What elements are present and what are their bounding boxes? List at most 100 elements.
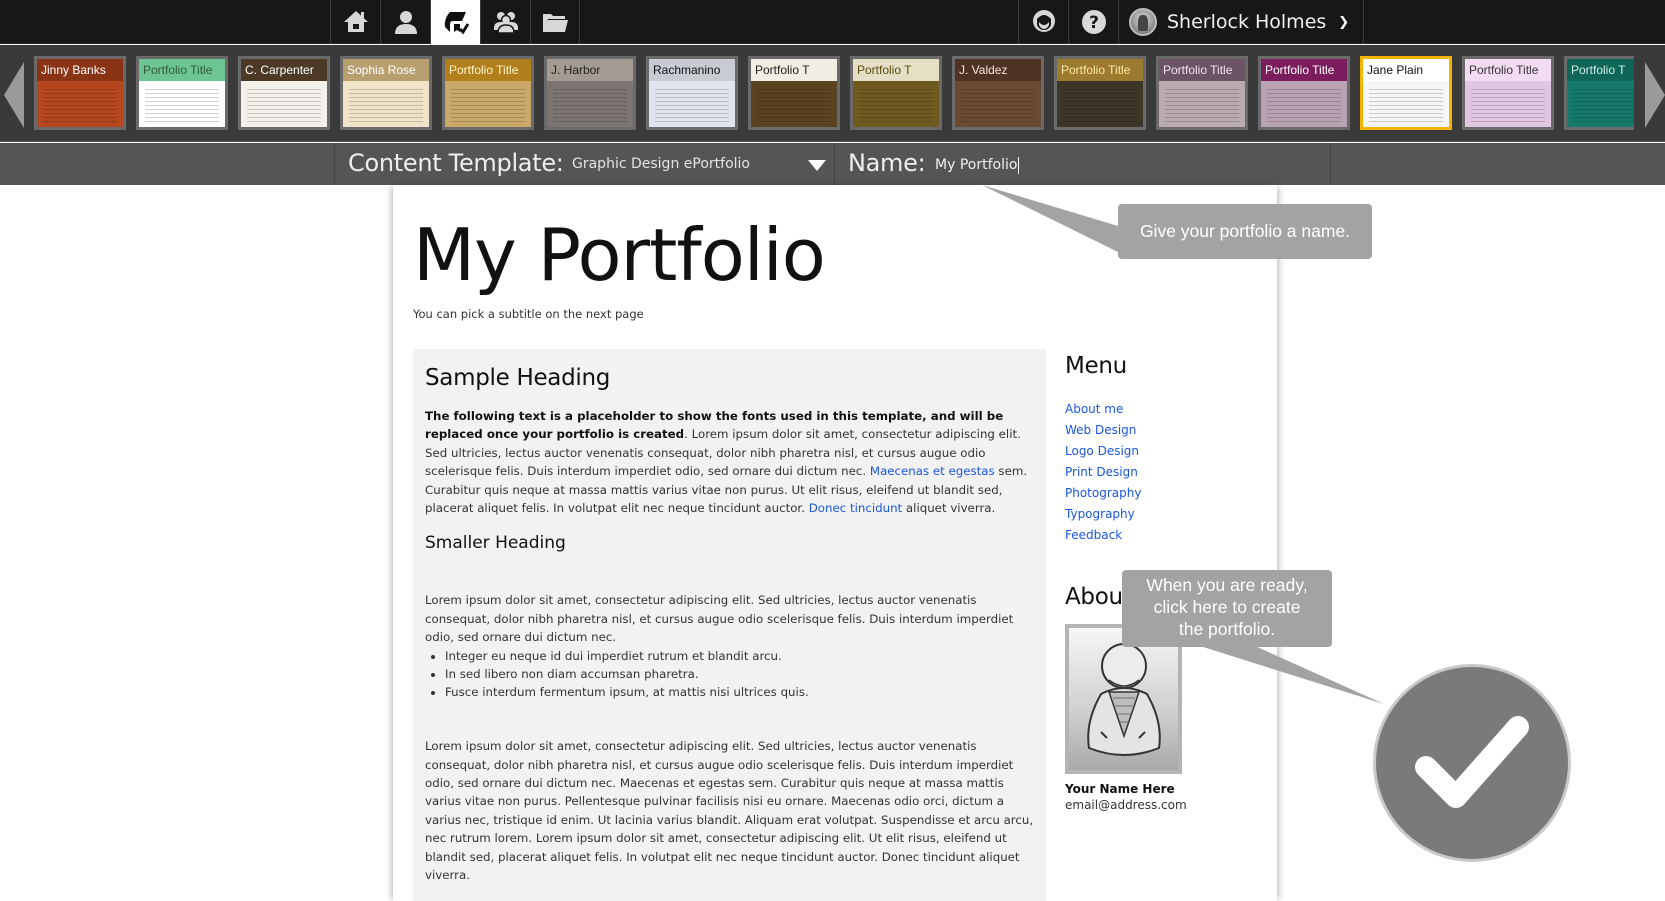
lorem-paragraph: Lorem ipsum dolor sit amet, consectetur … xyxy=(425,739,1034,883)
thumbnail-text-lines xyxy=(859,89,933,123)
content-template-dropdown[interactable]: Graphic Design ePortfolio xyxy=(572,143,826,185)
template-thumbnail[interactable]: Sophia Rose xyxy=(340,56,432,130)
sidebar-item-print-design[interactable]: Print Design xyxy=(1065,462,1265,483)
chevron-down-icon: ❯ xyxy=(1338,14,1350,30)
sidebar-item-logo-design[interactable]: Logo Design xyxy=(1065,441,1265,462)
thumbnail-text-lines xyxy=(1267,89,1341,123)
support-button[interactable] xyxy=(1018,0,1068,44)
template-thumbnail[interactable]: Portfolio Title xyxy=(1156,56,1248,130)
template-thumbnail[interactable]: Portfolio Title xyxy=(1258,56,1350,130)
template-thumbnail[interactable]: J. Harbor xyxy=(544,56,636,130)
checkmark-icon xyxy=(1415,716,1529,808)
thumbnail-text-lines xyxy=(1573,89,1634,123)
portfolio-icon xyxy=(444,12,469,35)
template-thumbnail[interactable]: Portfolio T xyxy=(1564,56,1634,130)
create-hint-callout: When you are ready, click here to create… xyxy=(1122,570,1332,647)
template-title: Portfolio T xyxy=(1571,63,1626,77)
template-thumbnail[interactable]: Portfolio Title xyxy=(136,56,228,130)
thumbnail-text-lines xyxy=(1165,89,1239,123)
sidebar-item-about-me[interactable]: About me xyxy=(1065,399,1265,420)
thumbnail-text-lines xyxy=(247,89,321,123)
sidebar-item-typography[interactable]: Typography xyxy=(1065,504,1265,525)
profile-email: email@address.com xyxy=(1065,798,1187,812)
template-thumbnail[interactable]: Rachmanino xyxy=(646,56,738,130)
template-title: Portfolio T xyxy=(857,63,912,77)
lorem-paragraph: Lorem ipsum dolor sit amet, consectetur … xyxy=(425,593,1014,645)
callout-line: When you are ready, xyxy=(1146,575,1308,595)
template-title: J. Harbor xyxy=(551,63,601,77)
preview-subtitle: You can pick a subtitle on the next page xyxy=(413,307,644,321)
arrow-left-icon[interactable] xyxy=(4,62,24,128)
thumbnail-text-lines xyxy=(553,89,627,123)
template-thumbnail[interactable]: Jane Plain xyxy=(1360,56,1452,130)
template-thumbnail[interactable]: Portfolio Title xyxy=(442,56,534,130)
arrow-right-icon[interactable] xyxy=(1645,62,1665,128)
thumbnail-text-lines xyxy=(1063,89,1137,123)
template-thumbnail[interactable]: Portfolio Title xyxy=(1462,56,1554,130)
thumbnail-text-lines xyxy=(655,89,729,123)
profile-name: Your Name Here xyxy=(1065,782,1175,796)
name-label: Name: xyxy=(848,149,926,177)
divider xyxy=(834,143,835,185)
template-title: Portfolio T xyxy=(755,63,810,77)
template-thumbnail[interactable]: J. Valdez xyxy=(952,56,1044,130)
menu-heading: Menu xyxy=(1065,353,1127,379)
sidebar-item-web-design[interactable]: Web Design xyxy=(1065,420,1265,441)
top-nav-bar: ? Sherlock Holmes ❯ xyxy=(0,0,1665,44)
sample-heading: Sample Heading xyxy=(425,365,611,391)
template-title: Jinny Banks xyxy=(41,63,106,77)
template-title: Portfolio Title xyxy=(1061,63,1131,77)
help-icon: ? xyxy=(1081,10,1106,34)
template-title: Portfolio Title xyxy=(449,63,519,77)
template-title: Sophia Rose xyxy=(347,63,416,77)
template-thumbnail[interactable]: Jinny Banks xyxy=(34,56,126,130)
user-avatar xyxy=(1129,8,1157,36)
template-title: Portfolio Title xyxy=(1163,63,1233,77)
callout-line: the portfolio. xyxy=(1178,619,1276,639)
user-sketch-icon xyxy=(1087,643,1161,756)
preview-title: My Portfolio xyxy=(413,213,826,297)
thumbnail-text-lines xyxy=(1369,89,1443,123)
thumbnail-text-lines xyxy=(43,89,117,123)
template-title: Rachmanino xyxy=(653,63,721,77)
template-thumbnail[interactable]: C. Carpenter xyxy=(238,56,330,130)
template-title: Portfolio Title xyxy=(1265,63,1335,77)
portfolio-name-input[interactable] xyxy=(935,152,1315,178)
sample-link[interactable]: Maecenas et egestas xyxy=(870,464,995,478)
template-thumbnail[interactable]: Portfolio T xyxy=(748,56,840,130)
template-thumbnails: Jinny Banks Portfolio Title C. Carpenter So… xyxy=(34,56,1634,130)
main-nav xyxy=(330,0,580,44)
divider xyxy=(334,143,335,185)
home-icon xyxy=(343,11,368,32)
template-title: Portfolio Title xyxy=(143,63,213,77)
content-template-value: Graphic Design ePortfolio xyxy=(572,156,750,172)
list-item: Fusce interdum fermentum ipsum, at matti… xyxy=(445,683,1034,701)
nav-files-button[interactable] xyxy=(530,0,580,44)
template-strip: Jinny Banks Portfolio Title C. Carpenter So… xyxy=(0,45,1665,142)
template-thumbnail[interactable]: Portfolio T xyxy=(850,56,942,130)
svg-text:?: ? xyxy=(1089,13,1099,33)
template-title: Portfolio Title xyxy=(1469,63,1539,77)
user-nav: ? Sherlock Holmes ❯ xyxy=(1018,0,1365,44)
template-title: J. Valdez xyxy=(959,63,1008,77)
text-cursor xyxy=(1018,157,1019,174)
thumbnail-text-lines xyxy=(145,89,219,123)
template-title: C. Carpenter xyxy=(245,63,314,77)
nav-home-button[interactable] xyxy=(330,0,380,44)
user-name: Sherlock Holmes xyxy=(1167,11,1327,33)
user-menu[interactable]: Sherlock Holmes ❯ xyxy=(1118,0,1365,44)
template-thumbnail[interactable]: Portfolio Title xyxy=(1054,56,1146,130)
support-icon xyxy=(1032,10,1055,32)
help-button[interactable]: ? xyxy=(1068,0,1118,44)
nav-portfolio-button[interactable] xyxy=(430,0,480,44)
sample-list: Integer eu neque id dui imperdiet rutrum… xyxy=(425,647,1034,702)
sidebar-item-photography[interactable]: Photography xyxy=(1065,483,1265,504)
list-item: Integer eu neque id dui imperdiet rutrum… xyxy=(445,647,1034,665)
nav-groups-button[interactable] xyxy=(480,0,530,44)
settings-bar: Content Template: Graphic Design ePortfo… xyxy=(0,143,1665,185)
create-portfolio-button[interactable] xyxy=(1373,664,1571,862)
sample-link[interactable]: Donec tincidunt xyxy=(809,501,902,515)
thumbnail-text-lines xyxy=(757,89,831,123)
nav-profile-button[interactable] xyxy=(380,0,430,44)
sidebar-item-feedback[interactable]: Feedback xyxy=(1065,525,1265,546)
